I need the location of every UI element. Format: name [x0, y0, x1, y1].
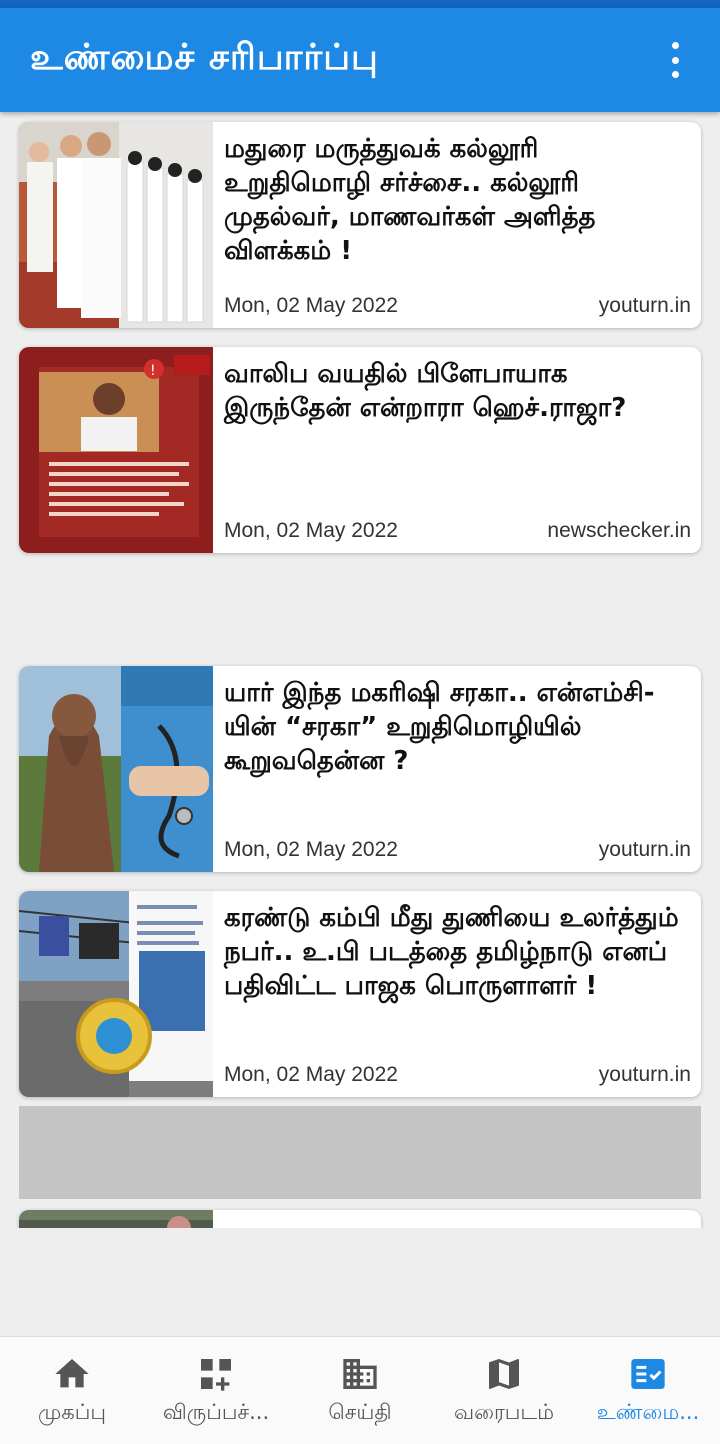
article-date: Mon, 02 May 2022 [224, 838, 398, 861]
article-thumbnail [19, 122, 213, 328]
bottom-navigation: முகப்பு விருப்பச்... செய்தி வரைபடம் உண்ம… [0, 1336, 720, 1444]
nav-label: செய்தி [328, 1400, 392, 1424]
article-card[interactable] [19, 1210, 701, 1228]
article-card[interactable]: கரண்டு கம்பி மீது துணியை உலர்த்தும் நபர்… [19, 891, 701, 1097]
nav-label: வரைபடம் [453, 1400, 555, 1424]
article-thumbnail [19, 666, 213, 872]
article-card[interactable]: யார் இந்த மகரிஷி சரகா.. என்எம்சி-யின் “ச… [19, 666, 701, 872]
article-feed[interactable]: மதுரை மருத்துவக் கல்லூரி உறுதிமொழி சர்ச்… [0, 112, 720, 1228]
article-source: youturn.in [598, 294, 691, 317]
article-thumbnail [19, 1210, 213, 1228]
article-source: youturn.in [598, 838, 691, 861]
app-bar: உண்மைச் சரிபார்ப்பு [0, 8, 720, 112]
article-card[interactable]: ! வாலிப வயதில் பிளேபாயாக இருந்தேன் என்றா… [19, 347, 701, 553]
nav-item-home[interactable]: முகப்பு [0, 1337, 144, 1444]
article-headline: யார் இந்த மகரிஷி சரகா.. என்எம்சி-யின் “ச… [224, 678, 655, 776]
nav-item-favorites[interactable]: விருப்பச்... [144, 1337, 288, 1444]
article-thumbnail [19, 891, 213, 1097]
status-bar [0, 0, 720, 8]
article-source: newschecker.in [547, 519, 691, 542]
article-date: Mon, 02 May 2022 [224, 294, 398, 317]
ad-placeholder [19, 1106, 701, 1199]
svg-text:!: ! [150, 363, 156, 379]
article-date: Mon, 02 May 2022 [224, 519, 398, 542]
article-headline: கரண்டு கம்பி மீது துணியை உலர்த்தும் நபர்… [224, 903, 679, 1001]
nav-item-news[interactable]: செய்தி [288, 1337, 432, 1444]
article-thumbnail: ! [19, 347, 213, 553]
article-headline: வாலிப வயதில் பிளேபாயாக இருந்தேன் என்றாரா… [224, 359, 627, 423]
nav-label: விருப்பச்... [162, 1400, 270, 1424]
nav-item-map[interactable]: வரைபடம் [432, 1337, 576, 1444]
article-date: Mon, 02 May 2022 [224, 1063, 398, 1086]
overflow-menu-icon[interactable] [660, 42, 690, 78]
nav-item-fact-check[interactable]: உண்மை... [576, 1337, 720, 1444]
nav-label: உண்மை... [596, 1400, 700, 1424]
building-icon [343, 1359, 377, 1389]
article-card[interactable]: மதுரை மருத்துவக் கல்லூரி உறுதிமொழி சர்ச்… [19, 122, 701, 328]
map-icon [489, 1359, 519, 1389]
article-source: youturn.in [598, 1063, 691, 1086]
article-headline: மதுரை மருத்துவக் கல்லூரி உறுதிமொழி சர்ச்… [224, 134, 596, 266]
fact-check-icon [631, 1359, 665, 1389]
page-title: உண்மைச் சரிபார்ப்பு [30, 37, 379, 78]
home-icon [55, 1359, 89, 1388]
add-grid-icon [201, 1359, 231, 1391]
nav-label: முகப்பு [37, 1400, 106, 1424]
